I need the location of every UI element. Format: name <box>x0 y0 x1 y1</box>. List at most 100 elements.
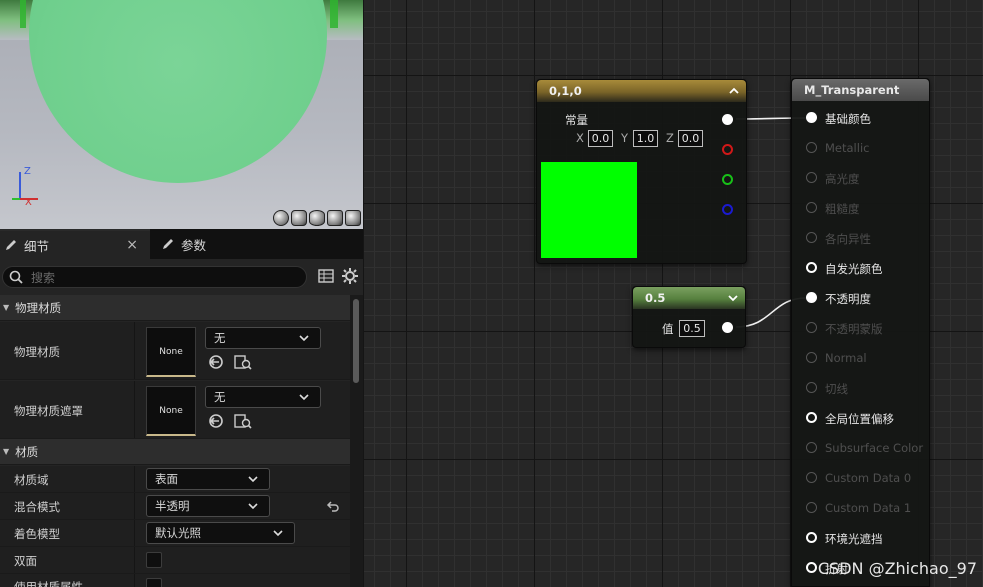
constant3-node[interactable]: 0,1,0 常量 X 0.0 Y 1.0 Z 0.0 <box>536 79 747 264</box>
watermark: CSDN @Zhichao_97 <box>817 559 977 578</box>
value-label: 值 <box>662 322 674 336</box>
input-pin-row: Custom Data 0 <box>792 468 931 488</box>
node-header[interactable]: 0,1,0 <box>537 80 746 102</box>
chevron-down-icon <box>299 335 309 342</box>
node-header[interactable]: 0.5 <box>633 287 745 309</box>
property-two-sided: 双面 <box>0 547 350 574</box>
scalar-node[interactable]: 0.5 值 0.5 <box>632 286 746 348</box>
input-pin-row: Normal <box>792 348 931 368</box>
category-material[interactable]: ▼ 材质 <box>0 439 350 465</box>
shading-model-dropdown[interactable]: 默认光照 <box>146 522 295 544</box>
input-pin[interactable] <box>806 442 817 453</box>
browse-icon[interactable] <box>234 413 252 429</box>
input-pin-label: Custom Data 1 <box>825 501 912 515</box>
y-value-field[interactable]: 1.0 <box>633 130 658 147</box>
asset-thumbnail[interactable]: None <box>146 386 196 436</box>
use-selected-icon[interactable] <box>208 413 224 429</box>
x-value-field[interactable]: 0.0 <box>588 130 613 147</box>
close-icon[interactable]: × <box>126 237 138 253</box>
input-pin[interactable] <box>806 532 817 543</box>
scroll-thumb[interactable] <box>353 299 359 383</box>
preview-sphere <box>29 0 327 183</box>
details-scrollbar[interactable] <box>350 295 363 587</box>
input-pin-row: 切线 <box>792 378 931 398</box>
input-pin[interactable] <box>806 202 817 213</box>
input-pin-row: 自发光颜色 <box>792 258 931 278</box>
input-pin-row: 全局位置偏移 <box>792 408 931 428</box>
blend-mode-dropdown[interactable]: 半透明 <box>146 495 270 517</box>
input-pin[interactable] <box>806 352 817 363</box>
chevron-up-icon[interactable] <box>728 85 740 97</box>
output-g-pin[interactable] <box>722 174 733 185</box>
category-physical-material[interactable]: ▼ 物理材质 <box>0 295 350 321</box>
input-pin[interactable] <box>806 412 817 423</box>
table-view-icon[interactable] <box>318 269 334 283</box>
physical-material-dropdown[interactable]: 无 <box>205 327 321 349</box>
input-pin-label: 基础颜色 <box>825 112 871 126</box>
tab-parameters[interactable]: 参数 <box>157 229 307 259</box>
reset-to-default-icon[interactable] <box>326 499 340 513</box>
input-pin[interactable] <box>806 472 817 483</box>
output-b-pin[interactable] <box>722 204 733 215</box>
gear-icon[interactable] <box>342 268 358 284</box>
physical-material-mask-dropdown[interactable]: 无 <box>205 386 321 408</box>
search-input[interactable]: 搜索 <box>2 266 307 288</box>
input-pin[interactable] <box>806 502 817 513</box>
property-blend-mode: 混合模式 半透明 <box>0 493 350 520</box>
preview-cylinder-icon[interactable] <box>291 210 307 226</box>
input-pin[interactable] <box>806 172 817 183</box>
input-pin[interactable] <box>806 142 817 153</box>
input-pin[interactable] <box>806 562 817 573</box>
material-domain-dropdown[interactable]: 表面 <box>146 468 270 490</box>
input-pin[interactable] <box>806 262 817 273</box>
input-pin-row: 环境光遮挡 <box>792 528 931 548</box>
search-icon <box>9 270 23 284</box>
material-result-node[interactable]: M_Transparent 基础颜色 Metallic 高光度 粗糙度 各向异性 自发光颜… <box>791 78 930 587</box>
input-pin[interactable] <box>806 382 817 393</box>
dropdown-value: 半透明 <box>155 499 190 513</box>
input-pin-label: Metallic <box>825 141 870 155</box>
preview-sphere-icon[interactable] <box>273 210 289 226</box>
input-pin-row: 高光度 <box>792 168 931 188</box>
output-pin[interactable] <box>722 322 733 333</box>
property-label: 物理材质 <box>14 345 60 359</box>
use-material-attributes-checkbox[interactable] <box>146 578 162 587</box>
axis-gizmo: Z X <box>10 162 50 212</box>
axis-z-label: Z <box>24 166 31 177</box>
panel-tabs: 细节 × 参数 <box>0 229 363 259</box>
asset-thumbnail[interactable]: None <box>146 327 196 377</box>
scalar-value-field[interactable]: 0.5 <box>679 320 705 337</box>
output-r-pin[interactable] <box>722 144 733 155</box>
preview-plane-icon[interactable] <box>309 210 325 226</box>
use-selected-icon[interactable] <box>208 354 224 370</box>
tab-details-label: 细节 <box>24 238 50 254</box>
chevron-down-icon[interactable] <box>727 292 739 304</box>
dropdown-value: 无 <box>214 331 226 345</box>
material-preview-viewport[interactable]: Z X <box>0 0 363 229</box>
input-pin[interactable] <box>806 322 817 333</box>
left-panel: Z X 细节 × 参数 搜索 ▼ 物理材质 物理材质 None 无 物理材质遮罩… <box>0 0 363 587</box>
category-label: 物理材质 <box>15 300 62 315</box>
input-pin-label: 粗糙度 <box>825 202 860 216</box>
output-rgb-pin[interactable] <box>722 114 733 125</box>
z-value-field[interactable]: 0.0 <box>678 130 703 147</box>
input-pin-row: Subsurface Color <box>792 438 931 458</box>
input-pin-row: 不透明蒙版 <box>792 318 931 338</box>
input-pin[interactable] <box>806 232 817 243</box>
preview-cube-icon[interactable] <box>327 210 343 226</box>
input-pin[interactable] <box>806 112 817 123</box>
node-header[interactable]: M_Transparent <box>792 79 929 101</box>
preview-teapot-icon[interactable] <box>345 210 361 226</box>
search-placeholder: 搜索 <box>31 270 56 285</box>
input-pin-row: 基础颜色 <box>792 108 931 128</box>
search-row: 搜索 <box>0 259 363 295</box>
input-pin-label: 环境光遮挡 <box>825 532 883 546</box>
browse-icon[interactable] <box>234 354 252 370</box>
dropdown-value: 表面 <box>155 472 178 486</box>
two-sided-checkbox[interactable] <box>146 552 162 568</box>
tab-details[interactable]: 细节 × <box>0 229 150 259</box>
input-pin-label: 切线 <box>825 382 848 396</box>
chevron-down-icon <box>248 476 258 483</box>
category-label: 材质 <box>15 444 39 459</box>
input-pin[interactable] <box>806 292 817 303</box>
